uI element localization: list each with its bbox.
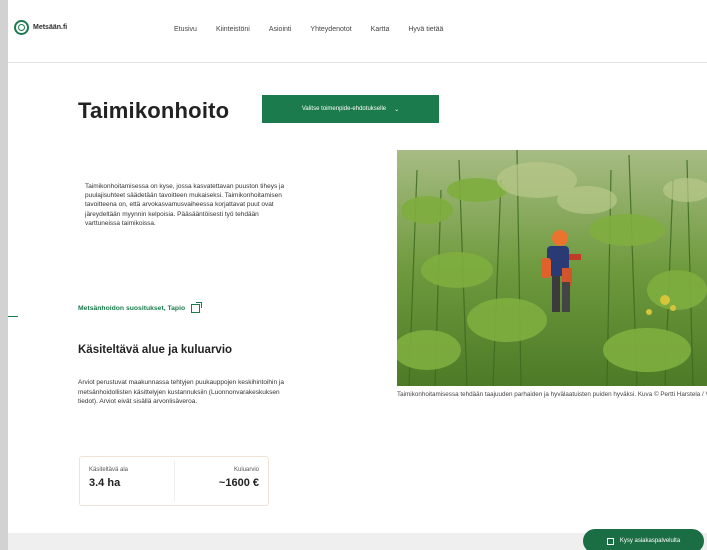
cost-stat: Kuluarvio ~1600 € (219, 467, 259, 489)
logo-text: Metsään.fi (33, 24, 68, 31)
section-title: Käsiteltävä alue ja kuluarvio (78, 344, 233, 356)
forest-photo-image (397, 150, 707, 386)
operation-select-dropdown[interactable]: Valitse toimenpide-ehdotukselle ⌄ (262, 95, 439, 123)
forest-photo (397, 150, 707, 386)
logo-icon (14, 20, 29, 35)
logo[interactable]: Metsään.fi (14, 20, 67, 35)
nav-item-hyva-tietaa[interactable]: Hyvä tietää (408, 26, 443, 33)
page-title: Taimikonhoito (78, 98, 230, 123)
chat-icon (606, 537, 614, 545)
page: Metsään.fi Etusivu Kiinteistöni Asiointi… (8, 0, 707, 550)
photo-caption: Taimikonhoitamisessa tehdään taajuuden p… (397, 391, 707, 398)
external-link-icon (191, 302, 203, 313)
area-value: 3.4 ha (89, 477, 121, 489)
area-label: Käsiteltävä ala (89, 467, 129, 473)
cost-label: Kuluarvio (233, 467, 259, 473)
page-gutter (0, 0, 8, 550)
operation-select-label: Valitse toimenpide-ehdotukselle (301, 106, 387, 112)
nav-item-yhteydenotot[interactable]: Yhteydenotot (310, 26, 351, 33)
top-navigation-bar: Metsään.fi Etusivu Kiinteistöni Asiointi… (8, 0, 707, 63)
estimate-card: Käsiteltävä ala 3.4 ha Kuluarvio ~1600 € (79, 456, 269, 506)
nav-item-etusivu[interactable]: Etusivu (174, 26, 197, 33)
nav-item-asiointi[interactable]: Asiointi (269, 26, 292, 33)
area-stat: Käsiteltävä ala 3.4 ha (89, 467, 128, 489)
stat-divider (174, 461, 175, 501)
nav-item-kiinteistoni[interactable]: Kiinteistöni (216, 26, 250, 33)
intro-text: Taimikonhoitamisessa on kyse, jossa kasv… (85, 183, 285, 227)
main-nav: Etusivu Kiinteistöni Asiointi Yhteydenot… (174, 26, 443, 33)
customer-service-label: Kysy asiakaspalvelulta (619, 538, 681, 544)
chevron-down-icon: ⌄ (394, 106, 400, 113)
nav-item-kartta[interactable]: Kartta (371, 26, 390, 33)
divider-accent (8, 316, 18, 317)
cost-value: ~1600 € (218, 477, 259, 489)
section-body: Arviot perustuvat maakunnassa tehtyjen p… (78, 379, 284, 405)
external-link-tapio[interactable]: Metsänhoidon suositukset, Tapio (78, 302, 203, 313)
external-link-label: Metsänhoidon suositukset, Tapio (78, 305, 186, 312)
customer-service-button[interactable]: Kysy asiakaspalvelulta (583, 529, 704, 550)
